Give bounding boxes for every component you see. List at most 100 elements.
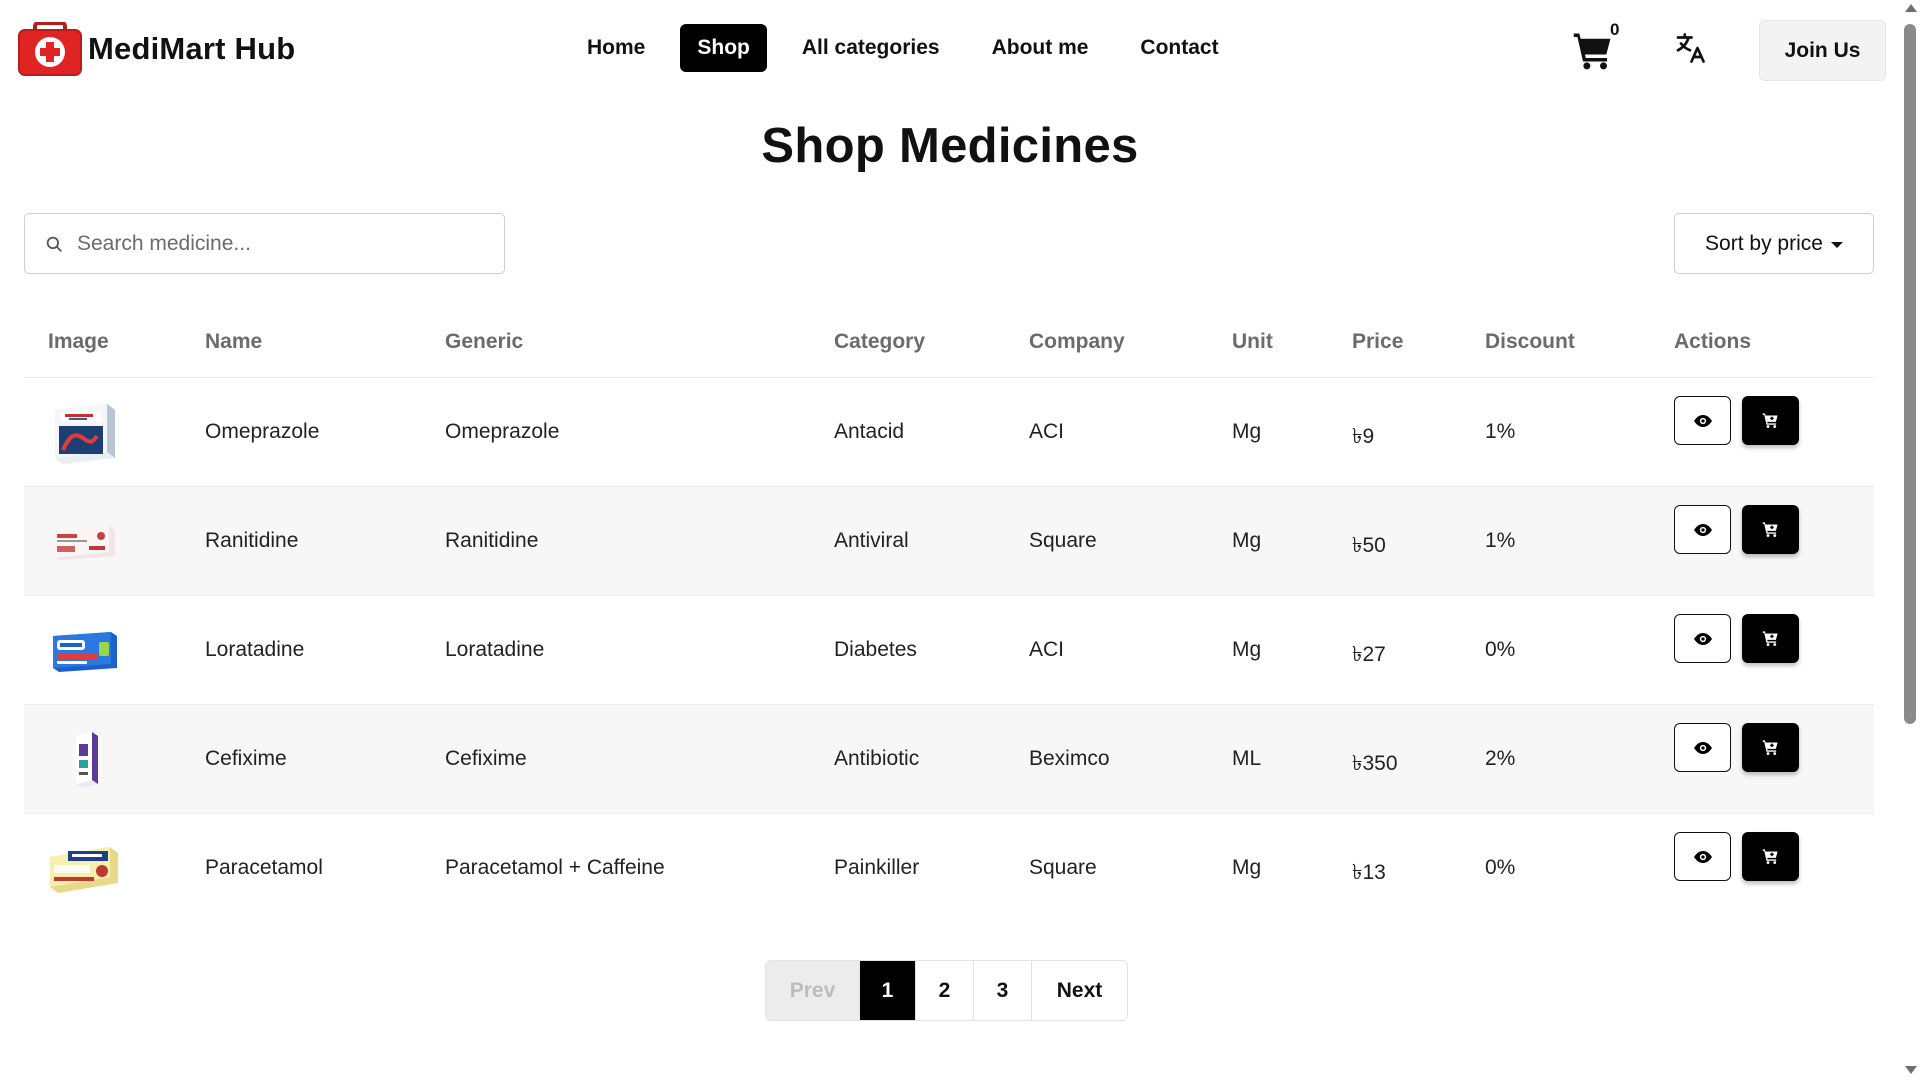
- eye-icon: [1693, 632, 1712, 645]
- view-details-button[interactable]: [1674, 723, 1731, 772]
- table-row: Cefixime Cefixime Antibiotic Beximco ML …: [24, 705, 1874, 814]
- page-title: Shop Medicines: [761, 119, 1139, 173]
- medicine-discount: 1%: [1485, 420, 1516, 443]
- header-image: Image: [48, 330, 109, 353]
- view-details-button[interactable]: [1674, 396, 1731, 445]
- medicine-generic: Ranitidine: [445, 529, 539, 552]
- table-row: Omeprazole Omeprazole Antacid ACI Mg ৳9 …: [24, 378, 1874, 487]
- page-scrollbar[interactable]: [1900, 0, 1920, 1080]
- medicine-price: ৳9: [1352, 425, 1375, 448]
- caret-down-icon: [1830, 242, 1843, 248]
- medicine-price: ৳350: [1352, 752, 1398, 775]
- view-details-button[interactable]: [1674, 614, 1731, 663]
- view-details-button[interactable]: [1674, 505, 1731, 554]
- medicine-discount: 2%: [1485, 747, 1516, 770]
- medicine-discount: 0%: [1485, 638, 1516, 661]
- medicine-unit: Mg: [1232, 638, 1262, 661]
- medicine-category: Antiviral: [834, 529, 909, 552]
- brand-logo-link[interactable]: MediMart Hub: [18, 21, 296, 76]
- add-to-cart-button[interactable]: [1742, 396, 1799, 445]
- medicine-category: Painkiller: [834, 856, 920, 879]
- medicine-unit: ML: [1232, 747, 1262, 770]
- nav-link-contact[interactable]: Contact: [1123, 24, 1235, 72]
- brand-name: MediMart Hub: [88, 31, 296, 66]
- medicine-unit: Mg: [1232, 420, 1262, 443]
- header-company: Company: [1029, 330, 1125, 353]
- add-to-cart-icon: [1762, 413, 1778, 428]
- medicine-unit: Mg: [1232, 856, 1262, 879]
- sort-label: Sort by price: [1705, 231, 1823, 255]
- nav-link-home[interactable]: Home: [570, 24, 662, 72]
- medicine-generic: Paracetamol + Caffeine: [445, 856, 665, 879]
- sort-by-price-dropdown[interactable]: Sort by price: [1674, 213, 1874, 274]
- add-to-cart-icon: [1762, 740, 1778, 755]
- medicine-name: Omeprazole: [205, 420, 320, 443]
- medicine-name: Loratadine: [205, 638, 305, 661]
- medicine-company: Beximco: [1029, 747, 1110, 770]
- medicine-category: Antacid: [834, 420, 905, 443]
- add-to-cart-icon: [1762, 631, 1778, 646]
- medicine-discount: 1%: [1485, 529, 1516, 552]
- medicine-price: ৳27: [1352, 643, 1386, 666]
- page-3-button[interactable]: 3: [974, 961, 1032, 1020]
- header-name: Name: [205, 330, 263, 353]
- omeprazole-image: [48, 398, 120, 468]
- cefixime-image: [48, 725, 120, 795]
- search-box[interactable]: [24, 213, 505, 274]
- scrollbar-thumb[interactable]: [1904, 24, 1916, 724]
- medicine-name: Paracetamol: [205, 856, 323, 879]
- first-aid-kit-icon: [18, 21, 82, 76]
- header-unit: Unit: [1232, 330, 1273, 353]
- page-1-button[interactable]: 1: [860, 961, 916, 1020]
- medicine-price: ৳13: [1352, 861, 1386, 884]
- shopping-cart-icon: [1573, 33, 1611, 70]
- join-us-button[interactable]: Join Us: [1759, 20, 1886, 81]
- add-to-cart-button[interactable]: [1742, 832, 1799, 881]
- search-input[interactable]: [77, 231, 477, 256]
- table-row: Loratadine Loratadine Diabetes ACI Mg ৳2…: [24, 596, 1874, 705]
- table-header: Image Name Generic Category Company Unit…: [24, 314, 1874, 378]
- cart-button[interactable]: 0: [1572, 20, 1620, 74]
- eye-icon: [1693, 414, 1712, 427]
- header-discount: Discount: [1485, 330, 1575, 353]
- header-actions: Actions: [1674, 330, 1752, 353]
- ranitidine-image: [48, 507, 120, 577]
- translate-button[interactable]: [1672, 30, 1708, 66]
- medicine-category: Antibiotic: [834, 747, 920, 770]
- medicine-company: ACI: [1029, 420, 1065, 443]
- nav-link-shop[interactable]: Shop: [680, 24, 767, 72]
- view-details-button[interactable]: [1674, 832, 1731, 881]
- nav-link-all-categories[interactable]: All categories: [785, 24, 957, 72]
- medicine-generic: Omeprazole: [445, 420, 560, 443]
- add-to-cart-button[interactable]: [1742, 723, 1799, 772]
- eye-icon: [1693, 741, 1712, 754]
- medicine-discount: 0%: [1485, 856, 1516, 879]
- medicine-name: Ranitidine: [205, 529, 299, 552]
- add-to-cart-button[interactable]: [1742, 505, 1799, 554]
- medicine-company: Square: [1029, 856, 1097, 879]
- translate-icon: [1676, 33, 1705, 63]
- header-category: Category: [834, 330, 926, 353]
- eye-icon: [1693, 523, 1712, 536]
- scroll-up-arrow-icon[interactable]: [1905, 4, 1917, 12]
- navbar: MediMart Hub Home Shop All categories Ab…: [0, 0, 1900, 100]
- medicine-price: ৳50: [1352, 534, 1386, 557]
- add-to-cart-icon: [1762, 849, 1778, 864]
- header-generic: Generic: [445, 330, 524, 353]
- nav-link-about-me[interactable]: About me: [975, 24, 1106, 72]
- header-price: Price: [1352, 330, 1404, 353]
- search-icon: [46, 236, 62, 252]
- scroll-down-arrow-icon[interactable]: [1905, 1066, 1917, 1074]
- add-to-cart-button[interactable]: [1742, 614, 1799, 663]
- pagination: Prev 1 2 3 Next: [765, 960, 1128, 1021]
- page-2-button[interactable]: 2: [916, 961, 974, 1020]
- table-row: Paracetamol Paracetamol + Caffeine Paink…: [24, 814, 1874, 923]
- main-nav: Home Shop All categories About me Contac…: [570, 24, 1236, 72]
- table-row: Ranitidine Ranitidine Antiviral Square M…: [24, 487, 1874, 596]
- loratadine-image: [48, 616, 120, 686]
- medicine-category: Diabetes: [834, 638, 917, 661]
- medicine-name: Cefixime: [205, 747, 287, 770]
- eye-icon: [1693, 850, 1712, 863]
- next-page-button[interactable]: Next: [1032, 961, 1127, 1020]
- prev-page-button[interactable]: Prev: [766, 961, 860, 1020]
